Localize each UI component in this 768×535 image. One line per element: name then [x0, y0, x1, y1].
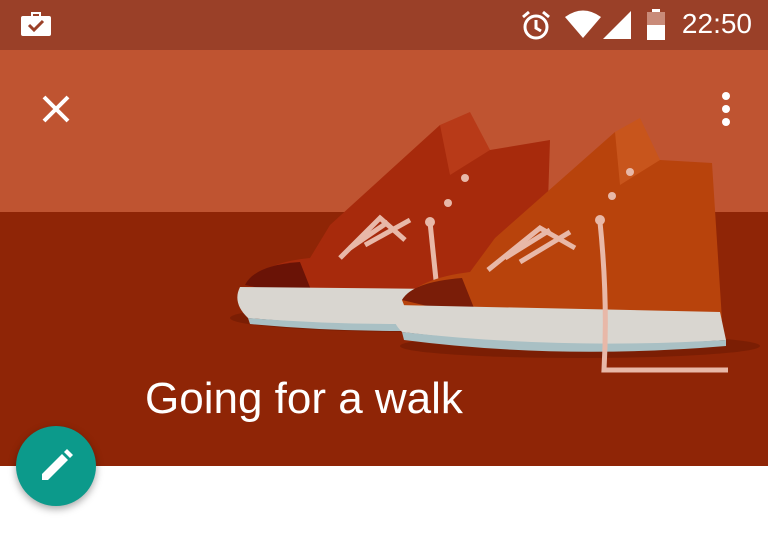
status-time: 22:50: [681, 8, 752, 39]
close-button[interactable]: [30, 83, 82, 135]
alarm-icon: [522, 10, 550, 40]
more-vert-icon: [722, 92, 730, 126]
close-icon: [42, 95, 70, 123]
briefcase-check-icon: [21, 12, 51, 36]
pencil-icon: [42, 449, 73, 480]
more-options-button[interactable]: [712, 83, 740, 135]
header-image: Going for a walk: [0, 50, 768, 466]
cell-signal-icon: [603, 11, 631, 39]
edit-fab-button[interactable]: [16, 426, 96, 506]
status-bar: 22:50: [0, 0, 768, 50]
wifi-icon: [565, 10, 601, 38]
page-title: Going for a walk: [145, 374, 463, 423]
battery-icon: [647, 9, 665, 40]
